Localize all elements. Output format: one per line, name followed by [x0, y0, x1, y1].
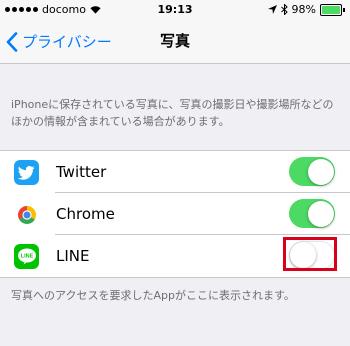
battery-fill [322, 5, 340, 14]
line-icon: LINE [14, 244, 39, 269]
app-name: LINE [56, 247, 90, 265]
battery-percentage: 98% [291, 3, 316, 16]
toggle-knob [308, 200, 334, 227]
navigation-bar: プライバシー 写真 [0, 20, 350, 64]
status-bar: docomo 19:13 98% [0, 0, 350, 20]
app-name: Chrome [56, 205, 115, 223]
twitter-photos-toggle[interactable] [289, 157, 335, 186]
section-footer: 写真へのアクセスを要求したAppがここに表示されます。 [11, 289, 295, 302]
twitter-icon [14, 160, 39, 185]
highlight-annotation-box [283, 237, 337, 271]
section-description: iPhoneに保存されている写真に、写真の撮影日や撮影場所などのほかの情報が含ま… [11, 98, 334, 128]
chrome-photos-toggle[interactable] [289, 199, 335, 228]
location-arrow-icon [267, 5, 277, 14]
list-item-twitter: Twitter [0, 151, 350, 193]
chrome-icon [14, 202, 39, 227]
bluetooth-icon [280, 4, 288, 15]
list-item-chrome: Chrome [0, 193, 350, 235]
app-name: Twitter [56, 163, 107, 181]
battery-icon [320, 3, 345, 16]
page-title: 写真 [159, 32, 190, 50]
line-icon-text: LINE [20, 254, 33, 260]
toggle-knob [308, 158, 334, 185]
status-right: 98% [267, 3, 345, 16]
